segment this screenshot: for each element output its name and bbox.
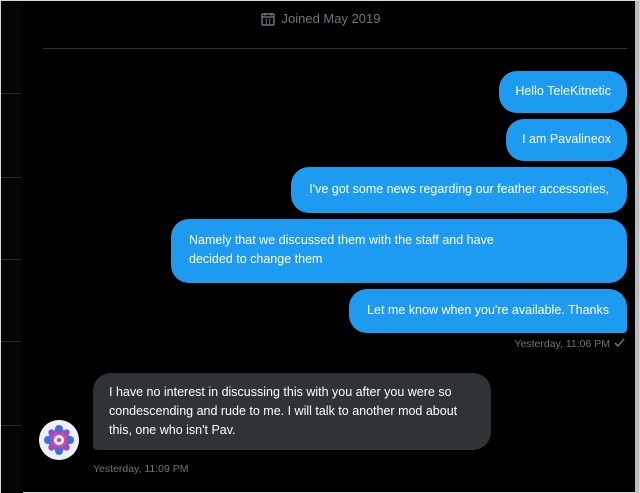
scrollbar-edge[interactable]	[635, 1, 639, 493]
sent-message[interactable]: Let me know when you're available. Thank…	[349, 289, 627, 333]
sent-message[interactable]: Hello TeleKitnetic	[499, 71, 627, 113]
header-divider	[43, 48, 627, 49]
received-message[interactable]: I have no interest in discussing this wi…	[93, 373, 491, 450]
message-text-line: Namely that we discussed them with the s…	[189, 233, 494, 247]
sent-message[interactable]: I've got some news regarding our feather…	[291, 167, 627, 213]
user-avatar[interactable]	[39, 420, 79, 460]
rail-divider	[1, 341, 21, 342]
checkmark-icon	[614, 338, 625, 350]
joined-date: Joined May 2019	[1, 11, 640, 26]
rail-divider	[1, 93, 21, 94]
rail-divider	[1, 259, 21, 260]
message-text: I am Pavalineox	[522, 132, 611, 146]
calendar-icon	[261, 12, 276, 26]
sent-message-meta: Yesterday, 11:06 PM	[514, 338, 625, 350]
message-text-line: decided to change them	[189, 252, 323, 266]
message-text: I've got some news regarding our feather…	[309, 182, 609, 196]
left-rail	[1, 1, 23, 493]
rail-divider	[1, 177, 21, 178]
sent-message[interactable]: Namely that we discussed them with the s…	[171, 219, 627, 283]
joined-text: Joined May 2019	[281, 11, 381, 26]
sent-message[interactable]: I am Pavalineox	[506, 119, 627, 161]
rail-divider	[1, 425, 21, 426]
dm-conversation-window: Joined May 2019 Hello TeleKitnetic I am …	[0, 0, 640, 493]
received-timestamp: Yesterday, 11:09 PM	[93, 463, 189, 475]
message-text: I have no interest in discussing this wi…	[109, 385, 458, 437]
message-text: Let me know when you're available. Thank…	[367, 303, 609, 317]
sent-timestamp: Yesterday, 11:06 PM	[514, 338, 610, 350]
message-text: Hello TeleKitnetic	[515, 84, 611, 98]
